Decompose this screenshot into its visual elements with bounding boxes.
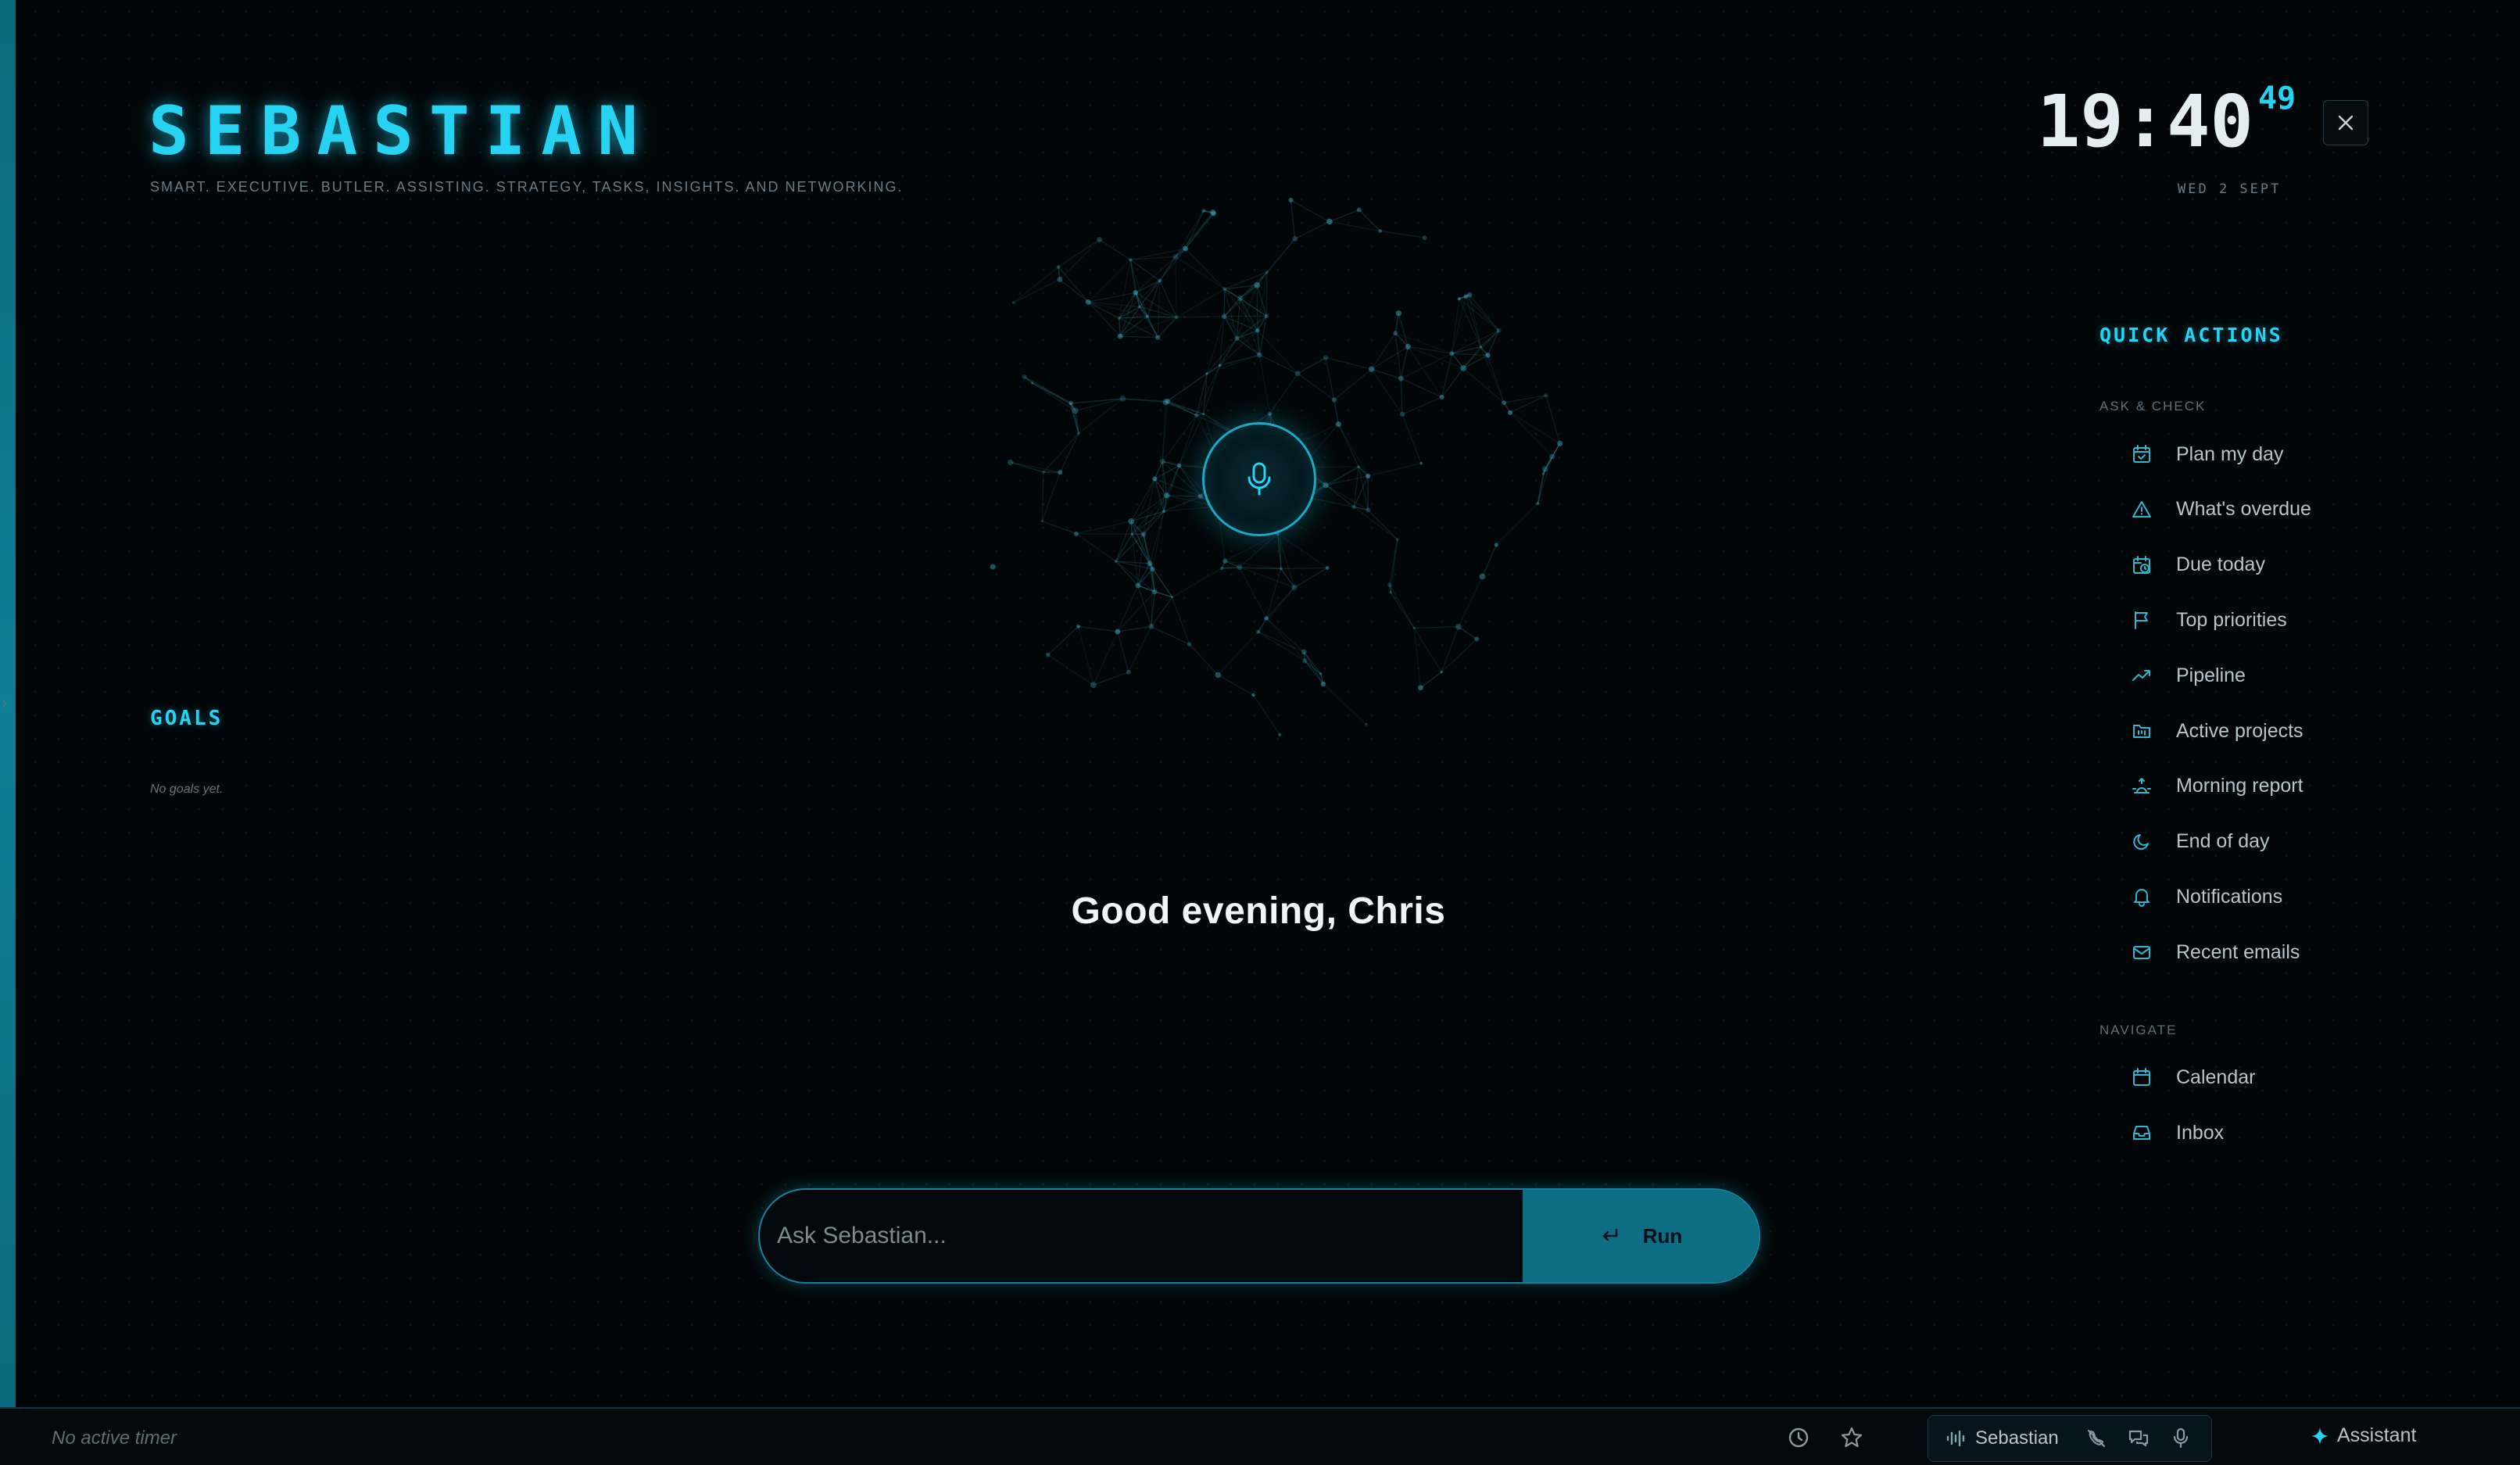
quick-action-notifications[interactable]: Notifications	[2131, 877, 2282, 916]
voice-orb-button[interactable]	[1202, 422, 1316, 536]
close-button[interactable]	[2323, 100, 2368, 145]
quick-action-pipeline[interactable]: Pipeline	[2131, 656, 2246, 695]
microphone-icon	[2173, 1427, 2188, 1449]
quick-action-label: Active projects	[2176, 719, 2303, 742]
status-bar: No active timer Sebastian Assistant	[0, 1407, 2520, 1465]
folder-kanban-icon	[2131, 720, 2153, 742]
star-icon	[1841, 1427, 1863, 1448]
app-root: › SEBASTIAN SMART. EXECUTIVE. BUTLER. AS…	[0, 0, 2520, 1465]
section-label-navigate: NAVIGATE	[2099, 1023, 2178, 1037]
quick-action-top-priorities[interactable]: Top priorities	[2131, 600, 2287, 639]
quick-action-label: Notifications	[2176, 885, 2283, 908]
favorites-button[interactable]	[1837, 1423, 1867, 1452]
run-button-label: Run	[1642, 1223, 1683, 1248]
goals-empty-text: No goals yet.	[150, 783, 224, 796]
messages-icon	[2128, 1430, 2148, 1447]
app-title: SEBASTIAN	[149, 92, 653, 170]
history-button[interactable]	[1784, 1423, 1813, 1452]
phone-off-icon	[2087, 1429, 2105, 1448]
mute-speaker-button[interactable]	[2081, 1423, 2112, 1454]
trending-up-icon	[2131, 664, 2153, 686]
greeting-text: Good evening, Chris	[1071, 890, 1446, 932]
timer-status: No active timer	[52, 1427, 177, 1449]
quick-action-active-projects[interactable]: Active projects	[2131, 711, 2303, 750]
quick-action-label: Due today	[2176, 553, 2265, 576]
flag-icon	[2131, 609, 2153, 631]
mail-icon	[2131, 941, 2153, 963]
warning-icon	[2131, 499, 2153, 521]
section-label-ask-check: ASK & CHECK	[2099, 399, 2207, 414]
quick-actions-title: QUICK ACTIONS	[2099, 324, 2283, 346]
calendar-icon	[2131, 1066, 2153, 1088]
moon-icon	[2131, 831, 2153, 853]
quick-action-label: Inbox	[2176, 1121, 2225, 1144]
quick-action-end-of-day[interactable]: End of day	[2131, 822, 2270, 861]
microphone-icon	[1247, 462, 1271, 496]
ask-input[interactable]	[760, 1190, 1523, 1282]
app-tagline: SMART. EXECUTIVE. BUTLER. ASSISTING. STR…	[150, 179, 904, 195]
clock-date: WED 2 SEPT	[2178, 181, 2282, 197]
quick-action-plan-my-day[interactable]: Plan my day	[2131, 435, 2284, 474]
assistant-label: Assistant	[2337, 1424, 2417, 1446]
clock: 19:40 49	[2037, 83, 2296, 158]
clock-time: 19:40	[2037, 80, 2253, 163]
voice-controls: Sebastian	[1928, 1415, 2212, 1462]
quick-action-label: Calendar	[2176, 1066, 2256, 1088]
sunrise-icon	[2131, 775, 2153, 797]
mic-button[interactable]	[2165, 1423, 2196, 1454]
quick-action-label: End of day	[2176, 830, 2270, 853]
voice-agent-name[interactable]: Sebastian	[1975, 1427, 2059, 1449]
clock-icon	[1788, 1427, 1809, 1448]
quick-action-label: Morning report	[2176, 775, 2303, 797]
quick-action-calendar[interactable]: Calendar	[2131, 1058, 2255, 1097]
assistant-button[interactable]: Assistant	[2311, 1424, 2416, 1447]
close-icon	[2338, 115, 2354, 131]
quick-action-recent-emails[interactable]: Recent emails	[2131, 933, 2300, 972]
quick-action-label: Recent emails	[2176, 940, 2300, 963]
calendar-clock-icon	[2131, 554, 2153, 576]
quick-action-label: Plan my day	[2176, 442, 2284, 465]
quick-action-what-s-overdue[interactable]: What's overdue	[2131, 490, 2311, 529]
enter-icon	[1602, 1228, 1618, 1241]
chevron-right-icon[interactable]: ›	[2, 693, 7, 713]
quick-action-label: Pipeline	[2176, 664, 2246, 686]
run-button[interactable]: Run	[1523, 1190, 1759, 1282]
quick-action-label: What's overdue	[2176, 498, 2311, 521]
goals-title: GOALS	[150, 707, 224, 730]
inbox-icon	[2131, 1122, 2153, 1144]
calendar-check-icon	[2131, 443, 2153, 465]
audio-waveform-icon	[1946, 1430, 1965, 1447]
quick-action-due-today[interactable]: Due today	[2131, 546, 2265, 585]
chat-button[interactable]	[2123, 1423, 2154, 1454]
sparkle-icon	[2311, 1427, 2328, 1445]
quick-action-label: Top priorities	[2176, 608, 2287, 631]
ask-bar: Run	[758, 1188, 1760, 1284]
quick-action-inbox[interactable]: Inbox	[2131, 1113, 2224, 1152]
quick-action-morning-report[interactable]: Morning report	[2131, 767, 2303, 806]
clock-seconds: 49	[2257, 81, 2296, 116]
bell-icon	[2131, 886, 2153, 908]
